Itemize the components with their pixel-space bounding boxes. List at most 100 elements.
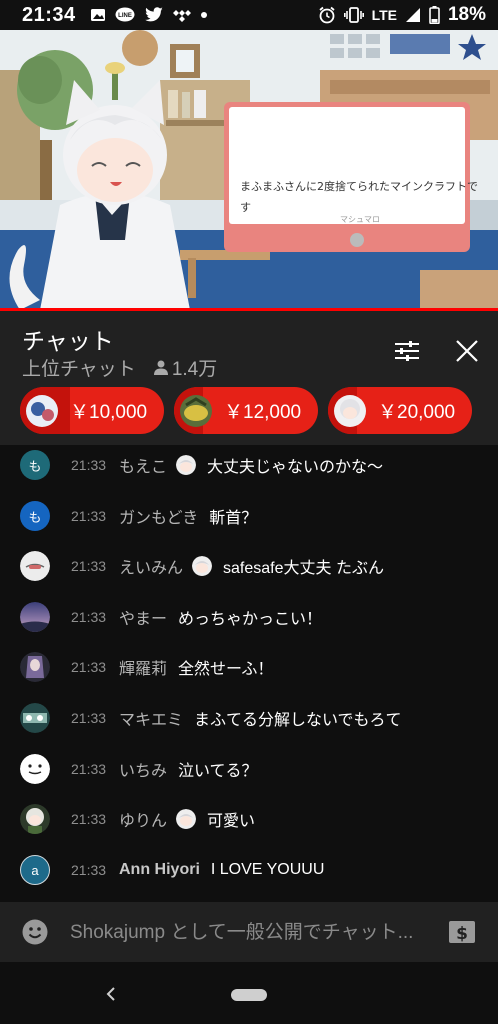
avatar[interactable]: [20, 551, 50, 581]
avatar[interactable]: も: [20, 501, 50, 531]
chat-message[interactable]: 21:33 えいみん safesafe大丈夫 たぶん: [0, 546, 498, 586]
author-name: 輝羅莉: [119, 661, 168, 678]
super-chat-ticker[interactable]: ￥12,000: [174, 387, 318, 434]
avatar[interactable]: [20, 652, 50, 682]
member-badge-icon: [192, 556, 213, 576]
viewer-count-value: 1.4万: [171, 359, 218, 380]
marshmallow-icon: [350, 233, 364, 247]
message-time: 21:33: [71, 659, 107, 675]
author-name: ガンもどき: [119, 510, 199, 527]
chat-mode-label: 上位チャット: [22, 359, 136, 380]
chat-message[interactable]: 21:33 輝羅莉 全然せーふ！: [0, 647, 498, 687]
super-chat-ticker[interactable]: ￥20,000: [328, 387, 472, 434]
status-bar: 21:34 LINE LTE 18%: [0, 0, 498, 30]
viewer-count: 1.4万: [153, 354, 218, 381]
tidal-icon: [172, 10, 191, 22]
avatar-letter: も: [28, 458, 42, 474]
message-time: 21:33: [71, 457, 107, 473]
chat-message[interactable]: 21:33 やまー めっちゃかっこい！: [0, 597, 498, 637]
author-name: Ann Hiyori: [119, 861, 200, 878]
author-name: マキエミ: [119, 712, 184, 729]
back-icon[interactable]: [99, 982, 123, 1006]
message-time: 21:33: [71, 558, 107, 574]
author-name: やまー: [119, 611, 168, 628]
member-badge-icon: [176, 809, 197, 829]
chat-settings-button[interactable]: [389, 333, 425, 369]
dot-icon: [200, 12, 207, 18]
message-text: 全然せーふ！: [178, 661, 274, 678]
chat-message[interactable]: も 21:33 ガンもどき 斬首？: [0, 496, 498, 536]
sliders-icon: [395, 341, 419, 361]
question-card-text: まふまふさんに2度捨てられたマインクラフトです: [240, 180, 478, 214]
chat-message[interactable]: 21:33 マキエミ まふてる分解しないでもろて: [0, 698, 498, 738]
message-time: 21:33: [71, 609, 107, 625]
chat-message[interactable]: 21:33 いちみ 泣いてる？: [0, 749, 498, 789]
message-author[interactable]: ガンもどき 斬首？: [119, 504, 257, 528]
message-author[interactable]: やまー めっちゃかっこい！: [119, 605, 322, 629]
message-time: 21:33: [71, 862, 107, 878]
video-player[interactable]: まふまふさんに2度捨てられたマインクラフトです マシュマロ: [0, 30, 498, 310]
notification-icons: LINE: [90, 7, 208, 23]
message-text: safesafe大丈夫 たぶん: [223, 560, 384, 577]
message-author[interactable]: えいみん safesafe大丈夫 たぶん: [119, 554, 384, 578]
avatar[interactable]: [20, 602, 50, 632]
emoji-icon[interactable]: [22, 919, 48, 945]
ticker-amount: ￥10,000: [70, 402, 148, 423]
chat-message-input[interactable]: [70, 916, 442, 950]
avatar[interactable]: a: [20, 855, 50, 885]
message-time: 21:33: [71, 710, 107, 726]
chat-title: チャット: [22, 328, 114, 354]
message-author[interactable]: 輝羅莉 全然せーふ！: [119, 655, 273, 679]
vibrate-icon: [343, 7, 364, 23]
battery-percent: 18%: [447, 4, 486, 25]
svg-text:LINE: LINE: [118, 13, 132, 19]
chat-message[interactable]: a 21:33 Ann Hiyori I LOVE YOUUU: [0, 850, 498, 890]
question-card-footer: マシュマロ: [340, 215, 380, 224]
ticker-amount: ￥12,000: [224, 402, 302, 423]
message-author[interactable]: もえこ 大丈夫じゃないのかな～: [119, 453, 383, 477]
author-name: えいみん: [119, 560, 184, 577]
message-text: 斬首？: [209, 510, 258, 527]
image-icon: [90, 9, 105, 21]
author-name: いちみ: [119, 763, 168, 780]
avatar-letter: a: [31, 862, 39, 878]
avatar[interactable]: も: [20, 450, 50, 480]
message-text: 可愛い: [207, 813, 256, 830]
message-text: めっちゃかっこい！: [178, 611, 323, 628]
chat-message-list[interactable]: も 21:33 もえこ 大丈夫じゃないのかな～ も 21:33 ガンもどき 斬首…: [0, 445, 498, 902]
home-pill-button[interactable]: [231, 989, 267, 1001]
message-author[interactable]: Ann Hiyori I LOVE YOUUU: [119, 861, 324, 879]
message-time: 21:33: [71, 761, 107, 777]
status-time: 21:34: [22, 3, 76, 26]
avatar[interactable]: [20, 703, 50, 733]
message-author[interactable]: ゆりん 可愛い: [119, 807, 255, 831]
member-badge-icon: [176, 455, 197, 475]
message-text: まふてる分解しないでもろて: [194, 712, 402, 729]
message-author[interactable]: マキエミ まふてる分解しないでもろて: [119, 706, 402, 730]
svg-text:$: $: [456, 924, 468, 944]
super-chat-icon[interactable]: $: [448, 918, 476, 946]
message-text: I LOVE YOUUU: [210, 861, 325, 878]
message-text: 大丈夫じゃないのかな～: [207, 459, 384, 476]
battery-icon: [429, 6, 440, 24]
close-chat-button[interactable]: [449, 333, 485, 369]
avatar[interactable]: [20, 754, 50, 784]
close-icon: [456, 340, 478, 362]
chat-message[interactable]: も 21:33 もえこ 大丈夫じゃないのかな～: [0, 445, 498, 485]
chat-message[interactable]: 21:33 ゆりん 可愛い: [0, 799, 498, 839]
author-name: ゆりん: [119, 813, 168, 830]
chat-mode-selector[interactable]: 上位チャット 1.4万: [22, 354, 217, 381]
super-chat-ticker[interactable]: ￥10,000: [20, 387, 164, 434]
ticker-avatar: [180, 394, 212, 427]
message-author[interactable]: いちみ 泣いてる？: [119, 757, 258, 781]
system-status: LTE 18%: [318, 4, 486, 26]
ticker-avatar: [334, 394, 366, 427]
android-nav-bar: [0, 962, 498, 1024]
twitter-icon: [144, 7, 163, 22]
signal-icon: [405, 8, 420, 22]
avatar[interactable]: [20, 804, 50, 834]
network-type: LTE: [371, 7, 397, 23]
avatar-letter: も: [28, 509, 42, 525]
chat-header: チャット 上位チャット 1.4万 ￥10,000 ￥12,000 ￥20,000: [0, 311, 498, 445]
message-text: 泣いてる？: [178, 763, 258, 780]
